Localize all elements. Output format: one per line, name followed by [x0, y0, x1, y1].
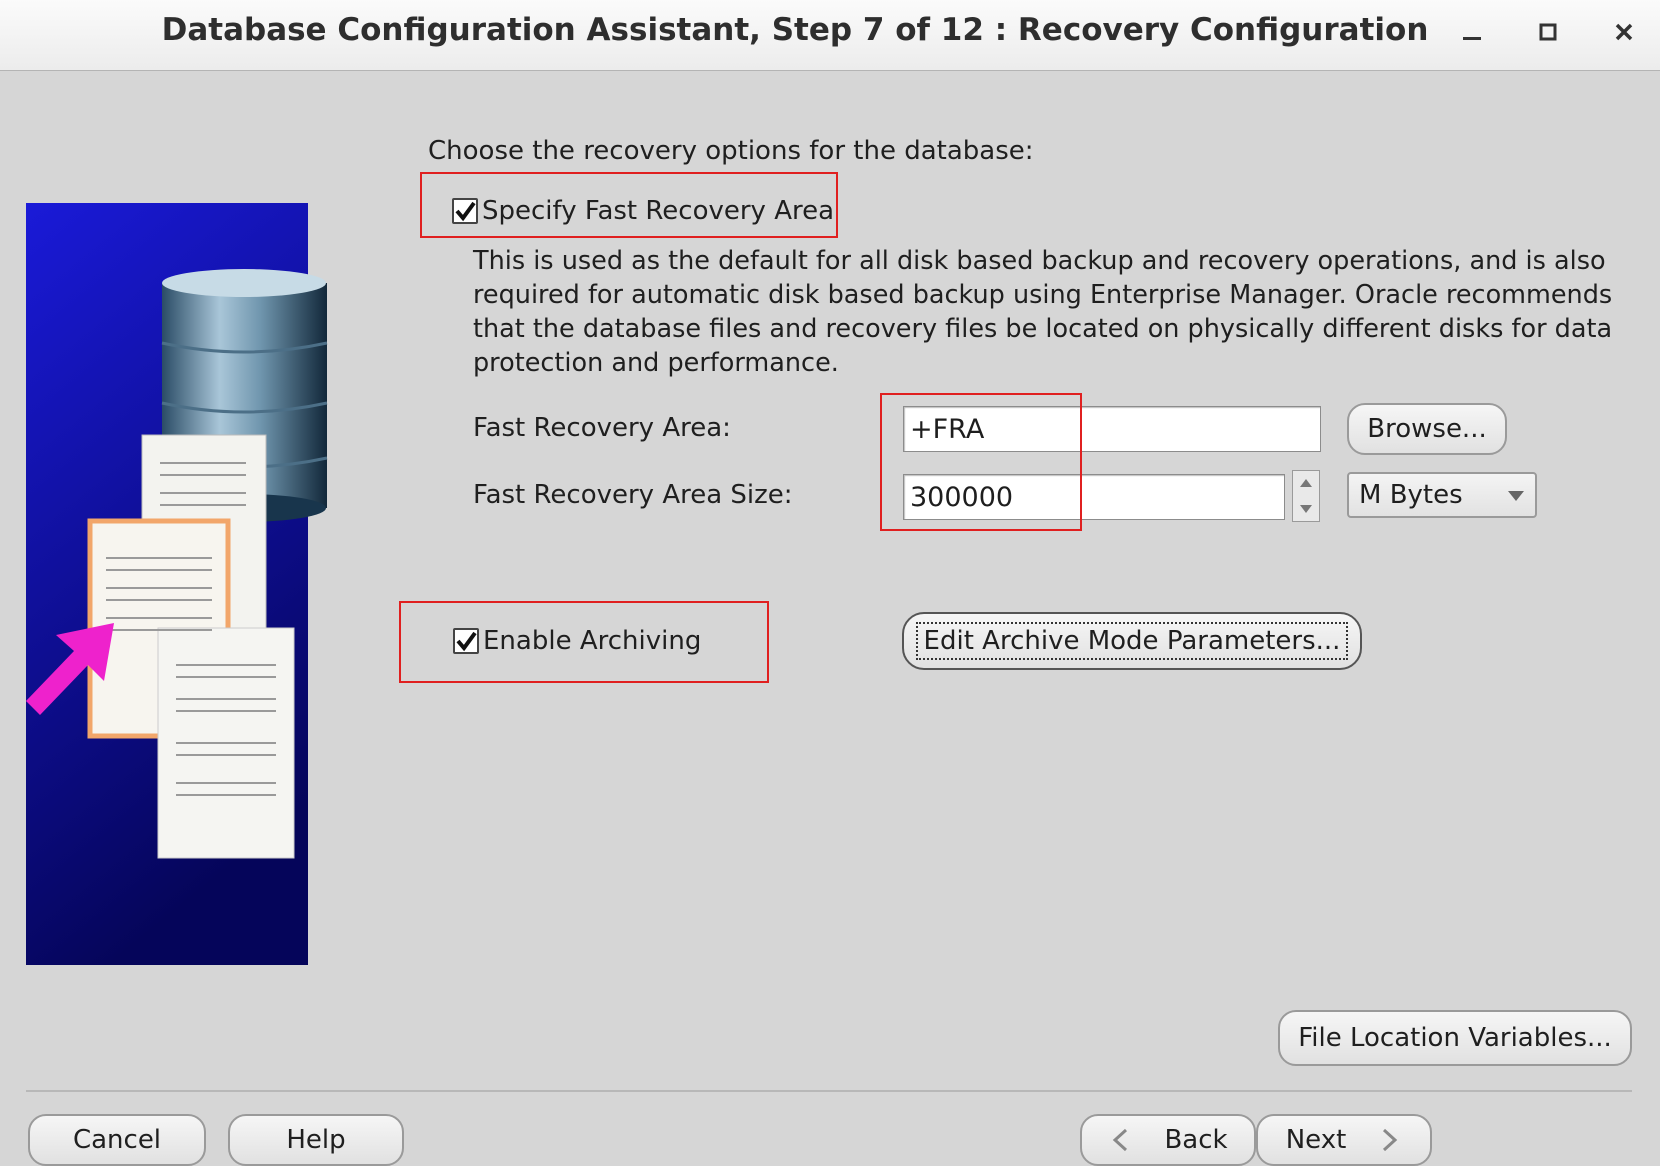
close-button[interactable]	[1604, 12, 1644, 52]
back-label: Back	[1164, 1125, 1228, 1155]
checkmark-icon	[456, 631, 477, 652]
next-label: Next	[1285, 1125, 1347, 1155]
checkbox-box[interactable]	[452, 198, 478, 224]
maximize-button[interactable]	[1528, 12, 1568, 52]
intro-text: Choose the recovery options for the data…	[428, 136, 1034, 166]
fra-location-label: Fast Recovery Area:	[473, 413, 731, 443]
specify-fra-label: Specify Fast Recovery Area	[482, 196, 835, 226]
fra-size-spinner[interactable]	[1292, 470, 1320, 522]
specify-fra-checkbox[interactable]: Specify Fast Recovery Area	[450, 196, 834, 230]
edit-archive-params-button[interactable]: Edit Archive Mode Parameters...	[902, 612, 1362, 670]
cancel-button[interactable]: Cancel	[28, 1114, 206, 1166]
close-icon	[1615, 23, 1633, 41]
fra-description: This is used as the default for all disk…	[473, 246, 1613, 378]
footer-separator	[26, 1090, 1632, 1092]
chevron-left-icon	[1113, 1128, 1128, 1152]
back-button[interactable]: Back	[1080, 1114, 1256, 1166]
edit-archive-params-label: Edit Archive Mode Parameters...	[915, 622, 1349, 660]
enable-archiving-label: Enable Archiving	[483, 626, 702, 656]
minimize-button[interactable]	[1452, 12, 1492, 52]
title-bar: Database Configuration Assistant, Step 7…	[0, 0, 1660, 71]
dbca-window: Database Configuration Assistant, Step 7…	[0, 0, 1660, 1166]
enable-archiving-checkbox[interactable]: Enable Archiving	[451, 626, 711, 660]
chevron-right-icon	[1383, 1128, 1398, 1152]
chevron-down-icon	[1508, 491, 1524, 501]
checkbox-box[interactable]	[453, 628, 479, 654]
browse-button[interactable]: Browse...	[1347, 403, 1507, 455]
size-unit-value: M Bytes	[1359, 480, 1463, 510]
size-unit-select[interactable]: M Bytes	[1347, 472, 1537, 518]
spinner-down-icon[interactable]	[1299, 503, 1313, 515]
file-location-variables-button[interactable]: File Location Variables...	[1278, 1010, 1632, 1066]
wizard-illustration	[26, 203, 328, 965]
spinner-up-icon[interactable]	[1299, 477, 1313, 489]
checkmark-icon	[455, 201, 476, 222]
highlight-box	[880, 393, 1082, 531]
minimize-icon	[1463, 37, 1481, 40]
maximize-icon	[1539, 23, 1557, 41]
next-button[interactable]: Next	[1256, 1114, 1432, 1166]
fra-size-label: Fast Recovery Area Size:	[473, 480, 793, 510]
window-title: Database Configuration Assistant, Step 7…	[161, 12, 1429, 48]
help-button[interactable]: Help	[228, 1114, 404, 1166]
